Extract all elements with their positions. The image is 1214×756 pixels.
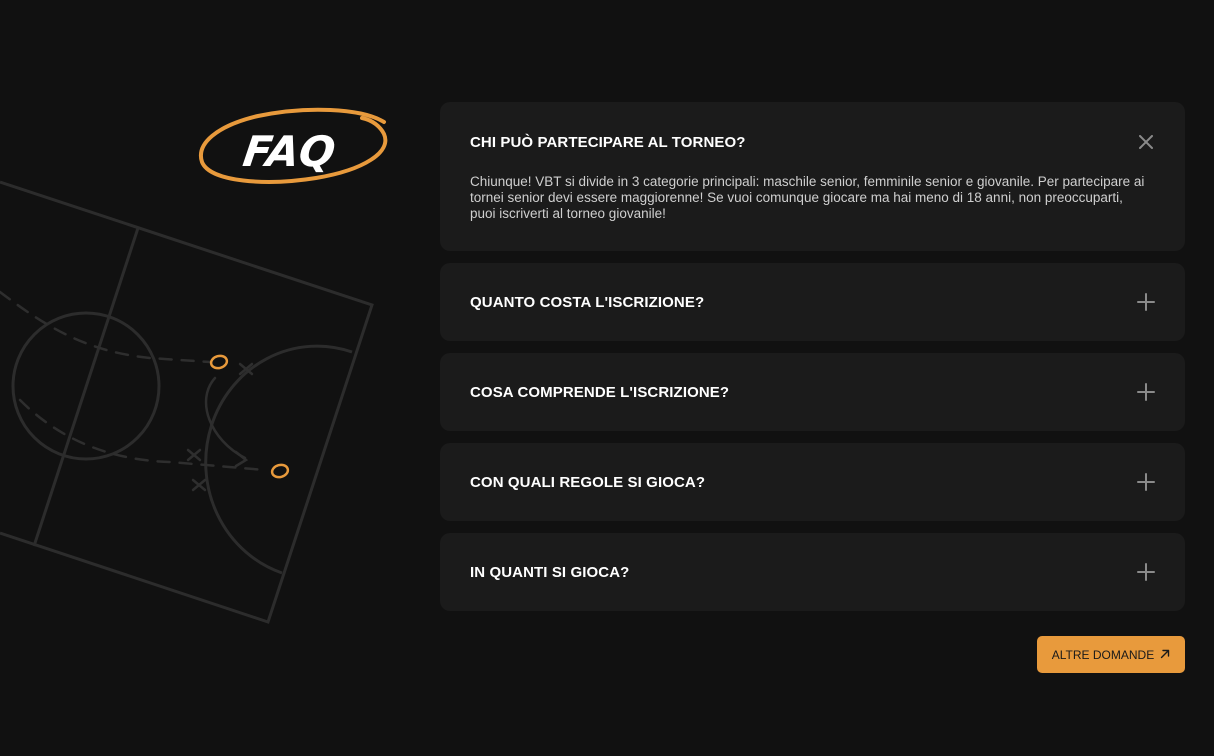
plus-icon[interactable] bbox=[1137, 473, 1155, 491]
faq-question: COSA COMPRENDE L'ISCRIZIONE? bbox=[470, 383, 730, 401]
plus-icon[interactable] bbox=[1137, 563, 1155, 581]
faq-question-row[interactable]: COSA COMPRENDE L'ISCRIZIONE? bbox=[470, 353, 1155, 431]
faq-question: QUANTO COSTA L'ISCRIZIONE? bbox=[470, 293, 705, 311]
arrow-up-right-icon bbox=[1160, 648, 1170, 662]
close-icon[interactable] bbox=[1137, 133, 1155, 151]
faq-question-row[interactable]: CHI PUÒ PARTECIPARE AL TORNEO? bbox=[470, 102, 1155, 182]
plus-icon[interactable] bbox=[1137, 383, 1155, 401]
faq-item: COSA COMPRENDE L'ISCRIZIONE? bbox=[440, 353, 1185, 431]
faq-question-row[interactable]: CON QUALI REGOLE SI GIOCA? bbox=[470, 443, 1155, 521]
more-questions-button[interactable]: ALTRE DOMANDE bbox=[1037, 636, 1185, 673]
faq-accordion: CHI PUÒ PARTECIPARE AL TORNEO? Chiunque!… bbox=[440, 102, 1185, 623]
faq-question: IN QUANTI SI GIOCA? bbox=[470, 563, 630, 581]
more-questions-label: ALTRE DOMANDE bbox=[1051, 647, 1155, 662]
faq-logo: FAQ bbox=[196, 104, 392, 188]
faq-question: CHI PUÒ PARTECIPARE AL TORNEO? bbox=[470, 133, 746, 151]
faq-question-row[interactable]: IN QUANTI SI GIOCA? bbox=[470, 533, 1155, 611]
faq-logo-text: FAQ bbox=[240, 127, 338, 176]
faq-answer: Chiunque! VBT si divide in 3 categorie p… bbox=[470, 174, 1145, 221]
faq-question-row[interactable]: QUANTO COSTA L'ISCRIZIONE? bbox=[470, 263, 1155, 341]
faq-item: QUANTO COSTA L'ISCRIZIONE? bbox=[440, 263, 1185, 341]
faq-item: CHI PUÒ PARTECIPARE AL TORNEO? Chiunque!… bbox=[440, 102, 1185, 251]
faq-item: CON QUALI REGOLE SI GIOCA? bbox=[440, 443, 1185, 521]
faq-item: IN QUANTI SI GIOCA? bbox=[440, 533, 1185, 611]
plus-icon[interactable] bbox=[1137, 293, 1155, 311]
faq-section: FAQ CHI PUÒ PARTECIPARE AL TORNEO? Chiun… bbox=[0, 0, 1214, 756]
faq-question: CON QUALI REGOLE SI GIOCA? bbox=[470, 473, 706, 491]
